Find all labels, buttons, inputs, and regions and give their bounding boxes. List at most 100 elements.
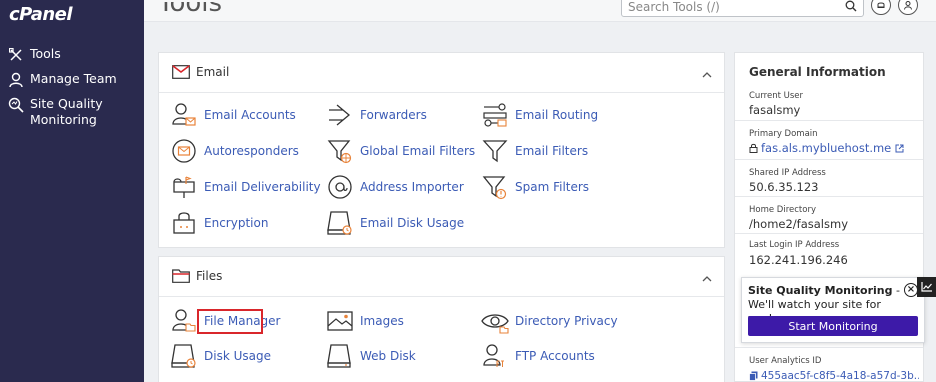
tool-label: Encryption xyxy=(204,216,269,230)
tool-address-importer[interactable]: Address Importer xyxy=(326,173,464,201)
tool-label: Email Routing xyxy=(515,108,599,122)
analytics-id-value[interactable]: 455aac5f-c8f5-4a18-a57d-3b... xyxy=(761,370,919,382)
email-section-title: Email xyxy=(196,65,230,79)
sidebar: cPanel Tools Manage Team Site Quality Mo… xyxy=(0,0,144,382)
tool-file-manager[interactable]: File Manager xyxy=(170,307,281,335)
tool-label: FTP Accounts xyxy=(515,349,595,363)
info-row-user-analytics-id: User Analytics ID 455aac5f-c8f5-4a18-a57… xyxy=(735,347,923,382)
info-row-shared-ip: Shared IP Address 50.6.35.123 xyxy=(735,159,923,196)
sidebar-item-label: Site Quality Monitoring xyxy=(30,96,103,127)
search-input[interactable] xyxy=(628,0,843,14)
web-disk-icon xyxy=(326,342,354,370)
autoresponders-icon xyxy=(170,137,198,165)
email-deliverability-icon xyxy=(170,173,198,201)
info-row-current-user: Current User fasalsmy xyxy=(735,83,923,120)
file-manager-icon xyxy=(170,307,198,335)
sidebar-item-manage-team[interactable]: Manage Team xyxy=(8,71,117,88)
tool-label: Disk Usage xyxy=(204,349,271,363)
tool-images[interactable]: Images xyxy=(326,307,404,335)
tool-label: Directory Privacy xyxy=(515,314,618,328)
start-monitoring-button[interactable]: Start Monitoring xyxy=(748,316,918,336)
manage-team-icon xyxy=(8,72,24,88)
tool-label: Spam Filters xyxy=(515,180,590,194)
files-section-title: Files xyxy=(196,269,223,283)
user-icon xyxy=(904,1,912,10)
info-row-home-directory: Home Directory /home2/fasalsmy xyxy=(735,196,923,233)
search-box xyxy=(621,0,864,17)
email-disk-usage-icon xyxy=(326,209,354,237)
analytics-id-wrap: 455aac5f-c8f5-4a18-a57d-3b... xyxy=(749,370,919,382)
info-row-primary-domain: Primary Domain fas.als.mybluehost.me xyxy=(735,120,923,159)
primary-domain-link-wrap[interactable]: fas.als.mybluehost.me xyxy=(749,141,904,155)
tool-email-disk-usage[interactable]: Email Disk Usage xyxy=(326,209,464,237)
tool-email-deliverability[interactable]: Email Deliverability xyxy=(170,173,321,201)
tool-label: Email Disk Usage xyxy=(360,216,465,230)
copy-icon[interactable] xyxy=(749,371,758,381)
sidebar-item-tools[interactable]: Tools xyxy=(8,46,61,63)
folder-section-icon xyxy=(172,269,190,286)
files-panel-header[interactable]: Files xyxy=(159,257,724,297)
tool-label: Email Deliverability xyxy=(204,180,321,194)
directory-privacy-icon xyxy=(481,307,509,335)
info-key: Current User xyxy=(749,91,804,101)
spam-filters-icon xyxy=(481,173,509,201)
tool-label: Email Filters xyxy=(515,144,589,158)
email-panel-header[interactable]: Email xyxy=(159,53,724,93)
tool-forwarders[interactable]: Forwarders xyxy=(326,101,427,129)
ftp-accounts-icon xyxy=(481,342,509,370)
tool-disk-usage[interactable]: Disk Usage xyxy=(170,342,271,370)
images-icon xyxy=(326,307,354,335)
lock-icon xyxy=(749,143,758,153)
info-value: fasalsmy xyxy=(749,103,801,117)
email-section-icon xyxy=(172,65,190,82)
info-value: 50.6.35.123 xyxy=(749,180,819,194)
tool-email-filters[interactable]: Email Filters xyxy=(481,137,588,165)
close-icon[interactable]: × xyxy=(904,283,918,297)
email-routing-icon xyxy=(481,101,509,129)
tool-label: Address Importer xyxy=(360,180,464,194)
info-key: Primary Domain xyxy=(749,129,818,139)
tool-label: Autoresponders xyxy=(204,144,299,158)
general-information-title: General Information xyxy=(749,65,886,79)
global-email-filters-icon xyxy=(326,137,354,165)
tools-icon xyxy=(8,47,24,63)
info-key: Shared IP Address xyxy=(749,168,826,178)
sidebar-item-site-quality-monitoring[interactable]: Site Quality Monitoring xyxy=(8,96,138,128)
primary-domain-link[interactable]: fas.als.mybluehost.me xyxy=(761,141,891,155)
tool-encryption[interactable]: Encryption xyxy=(170,209,268,237)
info-key: Last Login IP Address xyxy=(749,240,840,250)
external-link-icon[interactable] xyxy=(895,144,904,153)
info-key: User Analytics ID xyxy=(749,356,822,366)
analytics-side-tab[interactable] xyxy=(917,277,936,297)
cpanel-logo[interactable]: cPanel xyxy=(9,4,73,25)
tool-autoresponders[interactable]: Autoresponders xyxy=(170,137,299,165)
chart-trend-icon xyxy=(920,282,932,292)
chevron-up-icon[interactable] xyxy=(702,271,712,285)
forwarders-icon xyxy=(326,101,354,129)
tool-label: Forwarders xyxy=(360,108,427,122)
tool-label: Web Disk xyxy=(360,349,416,363)
tool-email-routing[interactable]: Email Routing xyxy=(481,101,598,129)
sqm-title: Site Quality Monitoring xyxy=(748,284,893,297)
info-value: 162.241.196.246 xyxy=(749,253,848,267)
chevron-up-icon[interactable] xyxy=(702,67,712,81)
email-accounts-icon xyxy=(170,101,198,129)
sidebar-item-label: Manage Team xyxy=(30,71,117,86)
search-icon[interactable] xyxy=(845,0,857,15)
tool-ftp-accounts[interactable]: FTP Accounts xyxy=(481,342,595,370)
tool-directory-privacy[interactable]: Directory Privacy xyxy=(481,307,618,335)
file-manager-highlight xyxy=(197,309,263,334)
tool-email-accounts[interactable]: Email Accounts xyxy=(170,101,296,129)
address-importer-icon xyxy=(326,173,354,201)
info-value: /home2/fasalsmy xyxy=(749,217,848,231)
tool-web-disk[interactable]: Web Disk xyxy=(326,342,416,370)
sidebar-item-label: Tools xyxy=(30,46,61,61)
tool-global-email-filters[interactable]: Global Email Filters xyxy=(326,137,475,165)
site-quality-monitoring-popup: Site Quality Monitoring - We'll watch yo… xyxy=(741,277,925,343)
tool-label: Images xyxy=(360,314,404,328)
site-quality-icon xyxy=(8,97,24,113)
tool-spam-filters[interactable]: Spam Filters xyxy=(481,173,589,201)
disk-usage-icon xyxy=(170,342,198,370)
bell-icon xyxy=(877,2,885,8)
encryption-icon xyxy=(170,209,198,237)
